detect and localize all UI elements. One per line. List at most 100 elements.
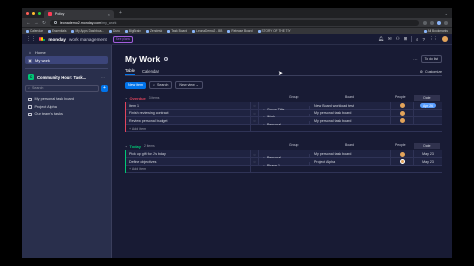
close-tab-icon[interactable]: ×: [108, 12, 110, 17]
sidebar-board-item[interactable]: My personal task board: [25, 96, 108, 104]
collapse-icon[interactable]: ⌄: [125, 144, 128, 148]
search-icon[interactable]: ⌕: [416, 37, 419, 42]
bookmark-item[interactable]: Duru: [109, 29, 120, 33]
bookmark-item[interactable]: BigBrain: [124, 29, 141, 33]
item-board[interactable]: New Board workload test: [311, 102, 391, 110]
add-item-row[interactable]: + Add item: [126, 124, 442, 133]
monday-logo[interactable]: [39, 37, 46, 41]
date-cell[interactable]: [415, 117, 441, 125]
sidebar-board-item[interactable]: Our team's tasks: [25, 111, 108, 119]
app-grid-icon[interactable]: ⋮⋮: [429, 36, 438, 42]
item-board[interactable]: My personal task board: [311, 109, 391, 118]
app-switcher-icon[interactable]: ⋮⋮: [26, 36, 36, 42]
close-window-icon[interactable]: [26, 11, 29, 15]
people-cell[interactable]: [392, 102, 414, 110]
back-icon[interactable]: ←: [26, 20, 31, 25]
updates-icon[interactable]: ◌: [251, 157, 259, 166]
workspace-more-icon[interactable]: ···: [101, 75, 105, 80]
view-dropdown[interactable]: New view ⌄: [175, 81, 203, 89]
item-name[interactable]: Review personal budget: [129, 117, 251, 125]
table-row[interactable]: Item 1 ◌ ●Group Title New Board workload…: [126, 102, 442, 114]
column-header-date[interactable]: Date: [414, 95, 440, 101]
add-board-button[interactable]: +: [101, 84, 108, 92]
customize-button[interactable]: ⚙ Customize: [420, 70, 442, 75]
to-do-list-button[interactable]: To do list: [420, 55, 442, 63]
tab-calendar[interactable]: Calendar: [142, 69, 159, 75]
item-name[interactable]: Pick up gift for J's bday: [129, 150, 251, 158]
invite-members-icon[interactable]: ⚇: [396, 36, 400, 42]
bookmark-item[interactable]: LeonaDemo2 - BB: [192, 29, 222, 33]
bookmark-item[interactable]: My Apps Dashboa...: [71, 29, 104, 33]
item-name[interactable]: Finish reviewing contract: [129, 109, 251, 118]
updates-icon[interactable]: ◌: [251, 150, 259, 158]
bookmark-item[interactable]: Calendar: [26, 29, 43, 33]
table-row[interactable]: Pick up gift for J's bday ◌ ●Personal My…: [126, 150, 442, 162]
workspace-selector[interactable]: C Community Hour: Task... ···: [25, 73, 108, 82]
help-icon[interactable]: ?: [422, 37, 425, 42]
bookmark-item[interactable]: Essentials: [47, 29, 66, 33]
sidebar-item-my-work[interactable]: ▣ My work: [25, 56, 108, 64]
column-header-group[interactable]: Group: [289, 95, 298, 99]
item-board[interactable]: Project Alpha: [311, 157, 391, 166]
forward-icon[interactable]: →: [34, 20, 39, 25]
new-item-button[interactable]: New item: [125, 81, 146, 89]
people-cell[interactable]: [392, 150, 414, 158]
profile-avatar[interactable]: [437, 20, 441, 25]
bookmark-item[interactable]: Task Board: [167, 29, 187, 33]
tab-search-icon[interactable]: ⌄: [445, 11, 448, 16]
table-row[interactable]: Finish reviewing contract ◌ ●Work My per…: [126, 109, 442, 122]
people-cell[interactable]: [392, 157, 414, 166]
date-cell[interactable]: May 23: [415, 150, 441, 158]
bookmark-item[interactable]: Zendesk: [145, 29, 162, 33]
add-item-row[interactable]: + Add item: [126, 165, 442, 174]
maximize-window-icon[interactable]: [38, 11, 41, 15]
item-board[interactable]: My personal task board: [311, 150, 391, 158]
new-tab-icon[interactable]: +: [119, 10, 122, 16]
address-bar[interactable]: leonademo2.monday.com/my_work: [50, 19, 419, 26]
user-avatar[interactable]: [442, 36, 448, 42]
updates-icon[interactable]: ◌: [251, 109, 259, 118]
people-cell[interactable]: [392, 109, 414, 118]
browser-tab[interactable]: Policy ×: [44, 10, 114, 18]
more-options-icon[interactable]: ···: [413, 57, 418, 62]
sidebar-board-item[interactable]: Project Alpha: [25, 103, 108, 111]
add-item-button[interactable]: + Add item: [129, 124, 251, 133]
apps-icon[interactable]: ⊞: [404, 36, 408, 42]
item-name[interactable]: Item 1: [129, 102, 251, 110]
table-row[interactable]: Review personal budget ◌ ●Personal My pe…: [126, 117, 442, 129]
updates-icon[interactable]: ◌: [251, 102, 259, 110]
people-cell[interactable]: [392, 117, 414, 125]
info-icon[interactable]: i: [164, 57, 169, 61]
sidebar-item-home[interactable]: ⌂ Home: [25, 48, 108, 56]
group-title[interactable]: ⌄ Overdue: [125, 96, 146, 101]
bookmark-star-icon[interactable]: [423, 20, 427, 25]
date-cell[interactable]: [415, 110, 441, 118]
column-header-board[interactable]: Board: [345, 143, 354, 147]
add-item-button[interactable]: + Add item: [129, 165, 251, 174]
group-title[interactable]: ⌄ Today: [125, 144, 141, 149]
see-plans-button[interactable]: See plans: [112, 35, 133, 43]
bookmark-item[interactable]: Release Board: [227, 29, 253, 33]
date-cell[interactable]: May 23: [415, 158, 441, 166]
sidebar-search-input[interactable]: ⌕ Search: [25, 84, 99, 92]
notifications-icon[interactable]: 🔔︎: [378, 36, 384, 42]
browser-menu-icon[interactable]: [444, 20, 448, 25]
table-search-input[interactable]: ⌕ Search: [148, 81, 173, 89]
column-header-date[interactable]: Date: [414, 143, 440, 150]
column-header-people[interactable]: People: [395, 143, 406, 147]
bookmark-item[interactable]: STORY OF THE TIY: [257, 29, 291, 33]
date-cell[interactable]: Apr 26: [415, 102, 441, 110]
item-name[interactable]: Define objectives: [129, 157, 251, 166]
tab-table[interactable]: Table: [125, 68, 136, 75]
updates-icon[interactable]: ◌: [251, 117, 259, 125]
collapse-icon[interactable]: ⌄: [125, 96, 128, 100]
extensions-icon[interactable]: [430, 20, 434, 25]
reload-icon[interactable]: ↻: [42, 20, 46, 26]
all-bookmarks[interactable]: All Bookmarks: [423, 29, 448, 33]
column-header-people[interactable]: People: [395, 95, 406, 99]
minimize-window-icon[interactable]: [32, 11, 35, 15]
column-header-board[interactable]: Board: [345, 95, 354, 99]
inbox-icon[interactable]: ✉: [388, 36, 392, 42]
column-header-group[interactable]: Group: [289, 143, 298, 147]
table-row[interactable]: Define objectives ◌ ●Phase 1 Project Alp…: [126, 157, 442, 170]
